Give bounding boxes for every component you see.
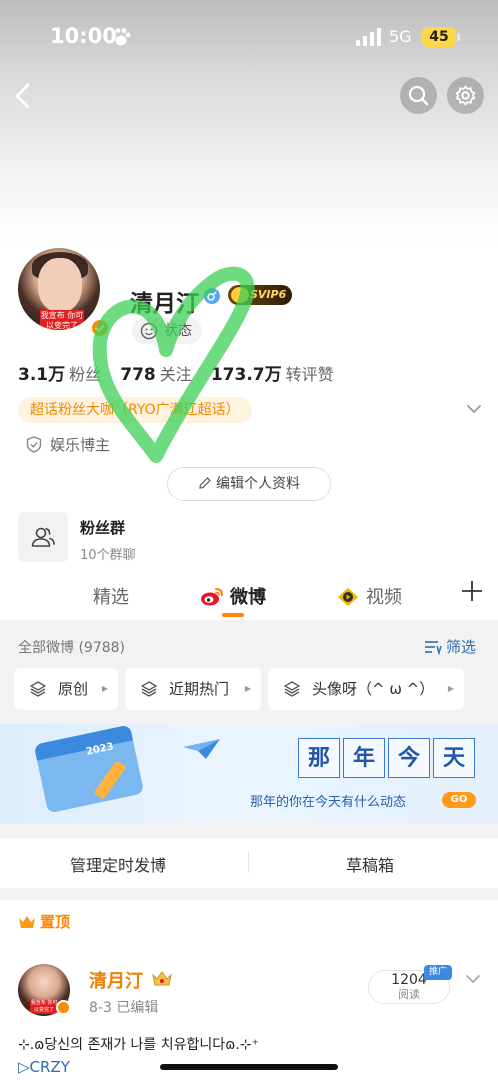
chip-hot-label: 近期热门 xyxy=(169,680,230,698)
status-face-icon xyxy=(140,322,158,340)
search-icon xyxy=(408,85,429,106)
paper-plane-icon xyxy=(183,739,220,759)
chevron-down-icon[interactable] xyxy=(464,400,484,418)
verified-badge-icon xyxy=(90,318,110,338)
svip-label: SVIP6 xyxy=(250,288,287,301)
stat-fans[interactable]: 3.1万 粉丝 xyxy=(18,365,115,385)
layers-icon xyxy=(30,681,46,697)
status-bar: 10:00 5G 45 xyxy=(0,0,498,70)
manage-divider xyxy=(248,851,249,873)
stat-fans-label: 粉丝 xyxy=(69,365,102,384)
tab-weibo-label: 微博 xyxy=(230,587,266,608)
pinned-label: 置顶 xyxy=(18,911,70,932)
filter-chip-avatar[interactable]: 头像呀（^ ω ^） ▶ xyxy=(268,668,464,710)
tab-weibo[interactable]: 微博 xyxy=(200,583,266,609)
stat-following-number: 778 xyxy=(120,365,156,385)
status-chip[interactable]: 状态 xyxy=(132,318,202,344)
stat-fans-number: 3.1万 xyxy=(18,365,66,385)
stat-likes[interactable]: 173.7万 转评赞 xyxy=(210,365,348,385)
tab-video[interactable]: 视频 xyxy=(336,583,402,609)
all-weibo-count: 全部微博 (9788) xyxy=(18,640,126,656)
stat-following[interactable]: 778 关注 xyxy=(120,365,206,385)
fans-group-icon[interactable] xyxy=(18,512,68,562)
banner-go-button[interactable]: GO xyxy=(442,792,476,808)
layers-icon xyxy=(141,681,157,697)
chip-original-label: 原创 xyxy=(58,680,89,698)
filter-chip-original[interactable]: 原创 ▶ xyxy=(14,668,118,710)
post-text: ⊹.ɷ당신의 존재가 나를 치유합니다ɷ.⊹⁺ xyxy=(18,1037,259,1053)
battery-icon: 45 xyxy=(422,27,456,47)
scheduled-posts-button[interactable]: 管理定时发博 xyxy=(70,852,166,876)
profile-stats: 3.1万 粉丝 778 关注 173.7万 转评赞 xyxy=(18,360,348,385)
chip-arrow-icon: ▶ xyxy=(447,684,454,693)
post-avatar-sign: 我宣布 你可以变完了 xyxy=(30,1000,58,1014)
signal-icon xyxy=(356,28,381,46)
banner-caption: 那年的你在今天有什么动态 xyxy=(250,795,407,810)
stat-likes-number: 173.7万 xyxy=(210,365,282,385)
layers-icon xyxy=(284,681,300,697)
edit-profile-label: 编辑个人资料 xyxy=(216,476,300,492)
svip-badge[interactable]: SVIP6 xyxy=(228,285,293,305)
search-button[interactable] xyxy=(400,77,437,114)
chip-arrow-icon: ▶ xyxy=(244,684,251,693)
chevron-down-icon[interactable] xyxy=(464,972,482,986)
battery-tip xyxy=(457,33,460,41)
avatar-face xyxy=(38,258,82,312)
filter-button[interactable]: 筛选 xyxy=(424,636,476,657)
shield-icon xyxy=(26,436,42,453)
avatar-sign: 我宣布 你可以变完了 xyxy=(40,310,84,330)
banner-char-4: 天 xyxy=(433,738,475,778)
group-icon xyxy=(31,527,55,547)
video-icon xyxy=(338,588,358,606)
weibo-logo-icon xyxy=(201,588,223,606)
paw-icon xyxy=(111,28,131,46)
filter-chip-hot[interactable]: 近期热门 ▶ xyxy=(125,668,261,710)
network-label: 5G xyxy=(389,27,412,46)
banner-char-3: 今 xyxy=(388,738,430,778)
crown-icon xyxy=(19,916,35,928)
edit-profile-button[interactable]: 编辑个人资料 xyxy=(167,467,331,501)
home-indicator xyxy=(160,1064,338,1070)
gender-male-icon xyxy=(204,288,220,304)
banner-char-1: 那 xyxy=(298,738,340,778)
tab-bar: 精选 微博 视频 xyxy=(0,575,498,620)
banner-char-2: 年 xyxy=(343,738,385,778)
filter-label: 筛选 xyxy=(446,638,477,656)
post-author-name[interactable]: 清月汀 xyxy=(89,967,143,993)
post-meta: 8-3 已编辑 xyxy=(89,1000,159,1016)
read-label: 阅读 xyxy=(398,988,420,1001)
pencil-icon xyxy=(199,477,211,489)
fans-group-title[interactable]: 粉丝群 xyxy=(80,517,125,538)
status-label: 状态 xyxy=(164,323,192,339)
chip-avatar-label: 头像呀（^ ω ^） xyxy=(312,680,435,698)
vip-crown-icon xyxy=(152,971,172,986)
tab-video-label: 视频 xyxy=(366,587,402,608)
settings-button[interactable] xyxy=(447,77,484,114)
svip-eye-icon xyxy=(231,287,249,303)
active-tab-indicator xyxy=(222,613,244,617)
super-topic-tag[interactable]: 超话粉丝大咖（RYO广濑辽超话） xyxy=(18,397,252,423)
add-tab-icon[interactable] xyxy=(461,580,483,602)
promote-badge: 推广 xyxy=(424,965,452,980)
role-label: 娱乐博主 xyxy=(50,436,111,454)
status-time: 10:00 xyxy=(50,24,117,48)
stat-following-label: 关注 xyxy=(159,365,192,384)
fans-group-subtitle: 10个群聊 xyxy=(80,548,136,563)
stat-likes-label: 转评赞 xyxy=(285,365,334,384)
pinned-text: 置顶 xyxy=(40,913,71,931)
chip-arrow-icon: ▶ xyxy=(101,684,108,693)
filter-icon xyxy=(425,641,442,656)
profile-username: 清月汀 xyxy=(130,291,199,317)
back-icon[interactable] xyxy=(12,82,36,110)
post-music-link[interactable]: ▷CRZY xyxy=(18,1058,70,1076)
drafts-button[interactable]: 草稿箱 xyxy=(346,852,394,876)
tab-featured[interactable]: 精选 xyxy=(93,583,129,609)
role-row: 娱乐博主 xyxy=(26,434,110,455)
post-verified-icon xyxy=(56,1000,71,1015)
gear-icon xyxy=(455,85,476,106)
avatar[interactable]: 我宣布 你可以变完了 xyxy=(16,246,102,332)
